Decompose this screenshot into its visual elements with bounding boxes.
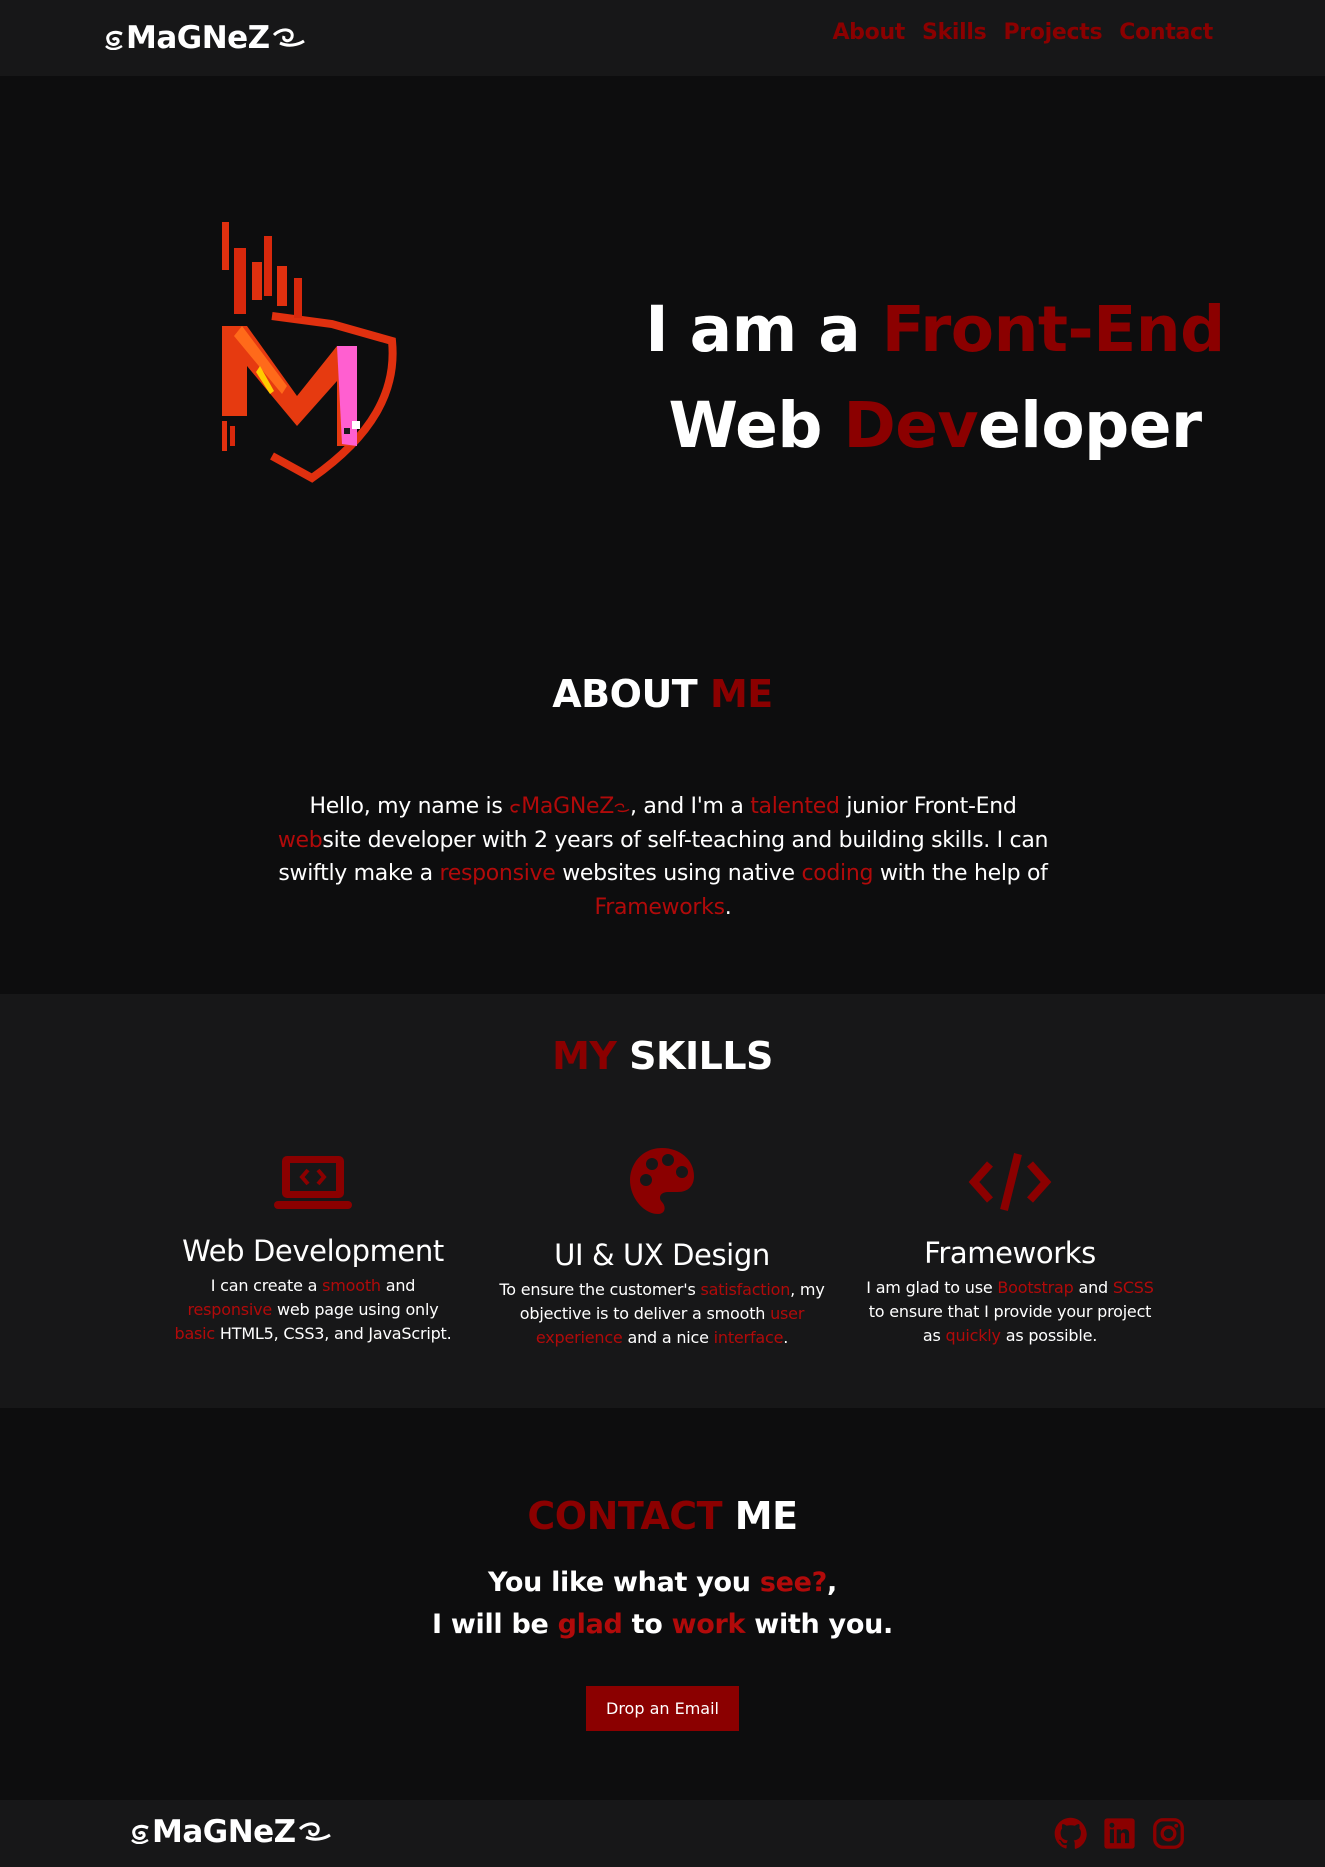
drop-email-button[interactable]: Drop an Email	[586, 1686, 739, 1731]
contact-heading: CONTACT ME	[0, 1494, 1325, 1538]
contact-subtext: You like what you see?, I will be glad t…	[0, 1562, 1325, 1646]
contact-heading-white: ME	[722, 1494, 798, 1538]
about-heading-white: ABOUT	[552, 672, 710, 716]
about-word-coding: coding	[801, 861, 874, 886]
skill-desc-text: To ensure the customer's	[499, 1280, 701, 1299]
skill-title: Web Development	[182, 1234, 444, 1268]
about-word-responsive: responsive	[439, 861, 556, 886]
contact-highlight: glad	[557, 1609, 623, 1640]
skill-desc-text: as possible.	[1000, 1326, 1098, 1345]
skill-desc-highlight: responsive	[187, 1300, 273, 1319]
skill-desc-text: I am glad to use	[866, 1278, 998, 1297]
about-text-7: .	[724, 894, 732, 920]
right-swirl-icon	[298, 1821, 332, 1843]
contact-text: with you.	[745, 1609, 893, 1640]
about-text-1: Hello, my name is	[309, 794, 510, 819]
skill-desc-highlight: SCSS	[1112, 1278, 1154, 1297]
skill-desc-text: HTML5, CSS3, and JavaScript.	[215, 1324, 452, 1343]
github-icon[interactable]	[1054, 1817, 1087, 1850]
skill-desc-highlight: satisfaction	[700, 1280, 791, 1299]
hero-logo-emblem	[212, 216, 412, 486]
laptop-code-icon	[274, 1156, 352, 1209]
contact-text: to	[622, 1609, 672, 1640]
skill-card-web-development: Web Development I can create a smooth an…	[168, 1152, 458, 1346]
nav-link-about[interactable]: About	[832, 20, 905, 45]
footer: MaGNeZ	[0, 1800, 1325, 1867]
hero-line1-red: Front-End	[881, 293, 1225, 366]
left-swirl-icon	[130, 1820, 150, 1844]
linkedin-icon[interactable]	[1103, 1817, 1136, 1850]
skill-card-ui-ux-design: UI & UX Design To ensure the customer's …	[489, 1146, 835, 1350]
brand-logo[interactable]: MaGNeZ	[104, 18, 306, 58]
about-name: MaGNeZ	[521, 794, 614, 819]
skills-heading: MY SKILLS	[0, 1034, 1325, 1078]
skill-desc-highlight: quickly	[945, 1326, 1002, 1345]
contact-highlight: see?	[759, 1567, 827, 1598]
about-text-6: with the help of	[873, 861, 1048, 886]
skills-heading-white: SKILLS	[616, 1034, 773, 1078]
contact-text: You like what you	[488, 1567, 760, 1598]
about-text-2: , and I'm a	[629, 794, 751, 819]
skill-desc-highlight: interface	[713, 1328, 784, 1347]
instagram-icon[interactable]	[1152, 1817, 1185, 1850]
skill-desc-text: web page using only	[272, 1300, 439, 1319]
about-paragraph: Hello, my name is MaGNeZ , and I'm a tale…	[268, 790, 1058, 924]
left-swirl-icon	[104, 26, 124, 50]
hero-line2-white2: eloper	[978, 389, 1202, 462]
about-word-frameworks: Frameworks	[594, 894, 726, 920]
about-heading-red: ME	[709, 672, 773, 716]
right-swirl-icon	[272, 27, 306, 49]
hero-headline: I am a Front-End Web Developer	[640, 282, 1230, 474]
nav-links: About Skills Projects Contact	[832, 20, 1213, 45]
skills-heading-red: MY	[552, 1034, 617, 1078]
about-word-web: web	[277, 827, 323, 853]
about-name-inline: MaGNeZ	[509, 794, 630, 819]
about-heading: ABOUT ME	[0, 672, 1325, 716]
skill-description: I can create a smooth and responsive web…	[168, 1274, 458, 1346]
skill-desc-highlight: Bootstrap	[997, 1278, 1074, 1297]
skill-desc-highlight: basic	[174, 1324, 216, 1343]
skill-desc-text: I can create a	[210, 1276, 323, 1295]
hero-line2-white1: Web	[668, 389, 844, 462]
footer-brand-logo[interactable]: MaGNeZ	[130, 1814, 332, 1850]
skill-description: I am glad to use Bootstrap and SCSS to e…	[860, 1276, 1160, 1348]
social-links	[1054, 1817, 1185, 1850]
brand-name: MaGNeZ	[126, 20, 270, 56]
contact-text: I will be	[432, 1609, 558, 1640]
skill-desc-text: and a nice	[622, 1328, 714, 1347]
skill-description: To ensure the customer's satisfaction, m…	[489, 1278, 835, 1350]
about-word-talented: talented	[750, 794, 840, 819]
skill-title: Frameworks	[924, 1236, 1096, 1270]
skill-desc-text: and	[380, 1276, 416, 1295]
nav-link-projects[interactable]: Projects	[1003, 20, 1102, 45]
contact-highlight: work	[671, 1609, 746, 1640]
contact-heading-red: CONTACT	[527, 1494, 723, 1538]
skills-section: MY SKILLS Web Development I can create a…	[0, 994, 1325, 1408]
footer-brand-name: MaGNeZ	[152, 1814, 296, 1850]
hero-line2-red: Dev	[843, 389, 979, 462]
code-icon	[968, 1153, 1052, 1211]
top-navbar: MaGNeZ About Skills Projects Contact	[0, 0, 1325, 76]
skill-desc-text: and	[1073, 1278, 1113, 1297]
skill-card-frameworks: Frameworks I am glad to use Bootstrap an…	[860, 1150, 1160, 1348]
contact-text: ,	[826, 1567, 837, 1598]
skill-title: UI & UX Design	[554, 1238, 770, 1272]
hero-line1-white: I am a	[645, 293, 882, 366]
about-text-5: websites using native	[555, 861, 802, 886]
about-text-3: junior Front-End	[839, 794, 1017, 819]
nav-link-skills[interactable]: Skills	[922, 20, 987, 45]
skill-desc-text: .	[783, 1328, 789, 1347]
palette-icon	[630, 1148, 694, 1214]
skill-desc-highlight: smooth	[322, 1276, 381, 1295]
nav-link-contact[interactable]: Contact	[1119, 20, 1213, 45]
